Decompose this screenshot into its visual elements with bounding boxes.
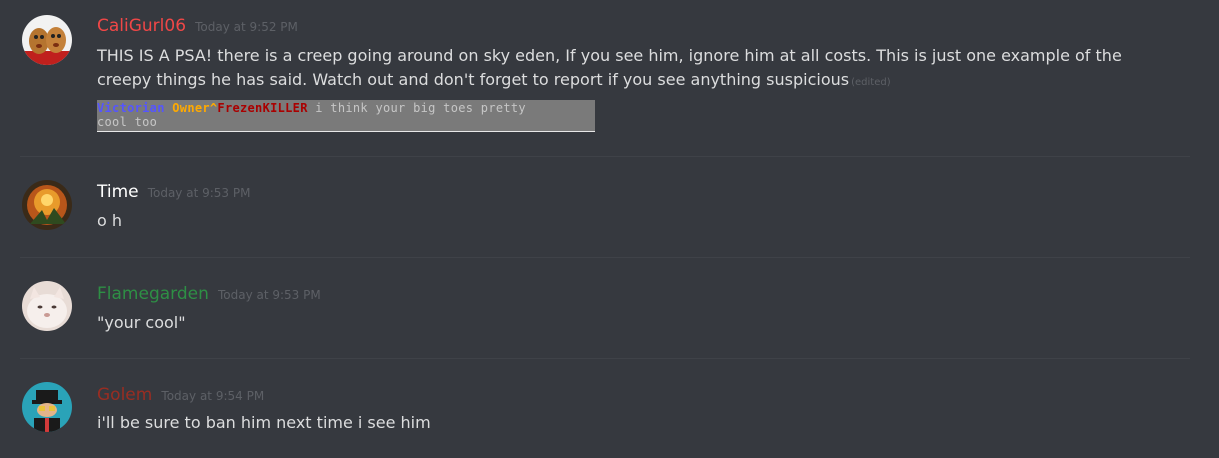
timestamp: Today at 9:53 PM [147, 186, 251, 200]
chat-player-name: FrezenKILLER [217, 101, 308, 115]
character-avatar-icon [22, 382, 72, 432]
message-divider [20, 156, 1190, 157]
avatar-caligurl06[interactable] [22, 15, 72, 65]
chat-owner-tag: Owner [172, 101, 210, 115]
potato-faces-avatar-icon [22, 15, 72, 65]
message-text: o h [97, 211, 123, 230]
chat-rank: Victorian [97, 101, 165, 115]
timestamp: Today at 9:53 PM [217, 288, 321, 302]
cat-avatar-icon [22, 281, 72, 331]
username[interactable]: CaliGurl06 [97, 16, 186, 36]
message-text: THIS IS A PSA! there is a creep going ar… [97, 46, 1122, 89]
avatar-time[interactable] [22, 180, 72, 230]
message-content: THIS IS A PSA! there is a creep going ar… [97, 44, 1177, 95]
message-text: "your cool" [97, 313, 186, 332]
avatar-golem[interactable] [22, 382, 72, 432]
fire-avatar-icon [22, 180, 72, 230]
username[interactable]: Flamegarden [97, 284, 209, 304]
avatar-flamegarden[interactable] [22, 281, 72, 331]
chat-line-1: i think your big toes pretty [315, 101, 526, 115]
timestamp: Today at 9:52 PM [195, 20, 298, 34]
chat-line-2: cool too [97, 115, 158, 129]
image-attachment[interactable]: Victorian Owner^FrezenKILLER i think you… [97, 100, 595, 132]
username[interactable]: Time [97, 182, 139, 202]
username[interactable]: Golem [97, 385, 152, 405]
message-divider [20, 257, 1190, 258]
timestamp: Today at 9:54 PM [161, 389, 265, 403]
edited-label: (edited) [851, 77, 891, 88]
message-divider [20, 358, 1190, 359]
message-text: i'll be sure to ban him next time i see … [97, 413, 431, 432]
